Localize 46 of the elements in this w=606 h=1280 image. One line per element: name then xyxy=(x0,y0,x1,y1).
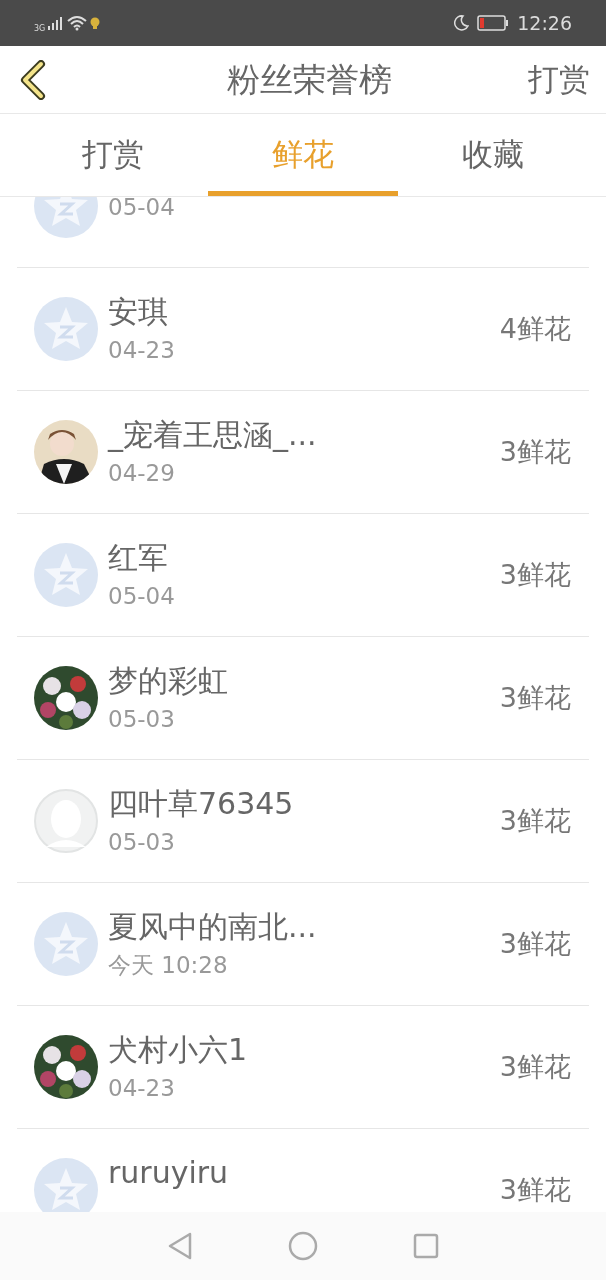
flower-count: 3鲜花 xyxy=(499,1049,571,1084)
fan-date: 05-04 xyxy=(108,582,176,611)
fan-name: 梦的彩虹 xyxy=(108,662,229,700)
recents-square-icon xyxy=(412,1233,439,1259)
blank-avatar-icon xyxy=(34,789,98,853)
wifi-icon xyxy=(67,15,88,31)
battery-icon xyxy=(477,15,510,31)
fan-name: 四叶草76345 xyxy=(108,785,295,823)
fan-date: 05-03 xyxy=(108,828,176,857)
back-nav-button[interactable] xyxy=(167,1232,194,1260)
bulb-icon xyxy=(90,17,101,29)
tab[interactable]: 打赏 xyxy=(18,114,208,196)
flower-count: 3鲜花 xyxy=(499,803,571,838)
network-label: 3G xyxy=(34,23,46,35)
flower-count: 3鲜花 xyxy=(499,434,571,469)
fan-name: 安琪 xyxy=(108,293,169,331)
fan-date: 04-29 xyxy=(108,459,176,488)
default-avatar-icon xyxy=(34,543,98,607)
default-avatar-icon xyxy=(34,297,98,361)
default-avatar-icon xyxy=(34,912,98,976)
recents-nav-button[interactable] xyxy=(412,1233,439,1259)
fan-name: 红军 xyxy=(108,539,169,577)
fan-name: 夏风中的南北... xyxy=(108,908,318,946)
fan-name: _宠着王思涵_... xyxy=(108,416,318,454)
fan-date: 04-23 xyxy=(108,336,176,365)
fan-date: 今天 10:28 xyxy=(108,951,229,980)
flower-count: 3鲜花 xyxy=(499,1172,571,1207)
fan-name: 犬村小六1 xyxy=(108,1031,249,1069)
moon-icon xyxy=(453,15,470,31)
signal-icon xyxy=(48,16,65,30)
fan-date: 05-03 xyxy=(108,705,176,734)
reward-button[interactable]: 打赏 xyxy=(528,56,590,103)
tab[interactable]: 收藏 xyxy=(398,114,588,196)
flower-count: 4鲜花 xyxy=(499,311,571,346)
flower-count: 3鲜花 xyxy=(499,926,571,961)
home-nav-button[interactable] xyxy=(288,1231,318,1261)
page-title: 粉丝荣誉榜 xyxy=(226,58,392,101)
flower-count: 3鲜花 xyxy=(499,680,571,715)
fan-date: 05-04 xyxy=(108,197,176,222)
back-icon xyxy=(19,59,47,100)
home-circle-icon xyxy=(288,1231,318,1261)
flower-count: 3鲜花 xyxy=(499,557,571,592)
clock: 12:26 xyxy=(517,10,572,36)
fan-name: ruruyiru xyxy=(108,1154,230,1192)
fan-date: 04-23 xyxy=(108,1074,176,1103)
back-triangle-icon xyxy=(167,1232,194,1260)
